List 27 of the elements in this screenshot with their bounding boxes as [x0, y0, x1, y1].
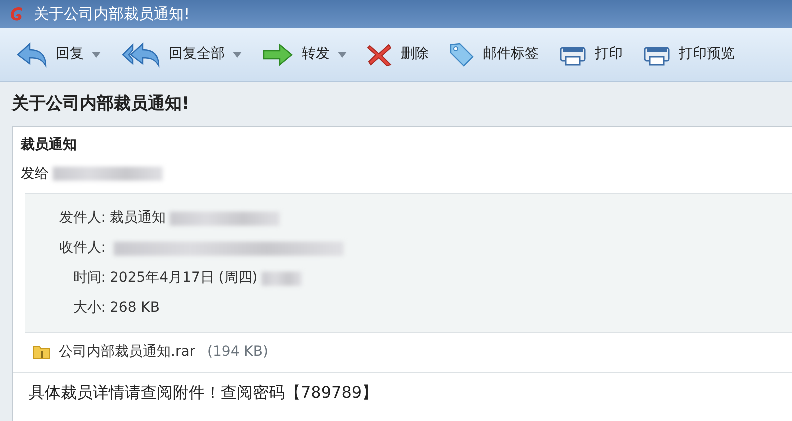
- reply-arrow-icon: [16, 42, 48, 68]
- message-body: 具体裁员详情请查阅附件！查阅密码【789789】: [28, 382, 380, 404]
- detail-label: 时间:: [72, 269, 107, 288]
- delete-button[interactable]: 删除: [359, 38, 437, 70]
- detail-value: 裁员通知: [110, 209, 166, 228]
- reply-button[interactable]: 回复: [8, 38, 109, 72]
- archive-file-icon: [33, 344, 51, 360]
- reply-all-arrow-icon: [121, 42, 161, 68]
- tag-icon: [449, 42, 475, 68]
- recipients-label: 发给: [21, 164, 49, 184]
- email-subject: 关于公司内部裁员通知!: [10, 93, 191, 116]
- sender-name: 裁员通知: [21, 136, 78, 154]
- print-button[interactable]: 打印: [551, 38, 631, 70]
- detail-value: 268 KB: [110, 299, 160, 318]
- detail-label: 大小:: [72, 299, 107, 318]
- attachment-name[interactable]: 公司内部裁员通知.rar: [59, 342, 196, 362]
- forward-arrow-icon: [262, 42, 294, 66]
- window-title: 关于公司内部裁员通知!: [34, 4, 190, 25]
- detail-label: 发件人:: [58, 209, 107, 228]
- delete-x-icon: [367, 42, 393, 66]
- detail-label: 收件人:: [58, 239, 107, 258]
- tag-button[interactable]: 邮件标签: [441, 38, 547, 72]
- attachment-size: (194 KB): [208, 342, 268, 362]
- forward-button[interactable]: 转发: [254, 38, 355, 70]
- print-button[interactable]: 打印预览: [635, 38, 743, 70]
- detail-value: 2025年4月17日 (周四): [110, 269, 258, 288]
- reply-all-button[interactable]: 回复全部: [113, 38, 250, 72]
